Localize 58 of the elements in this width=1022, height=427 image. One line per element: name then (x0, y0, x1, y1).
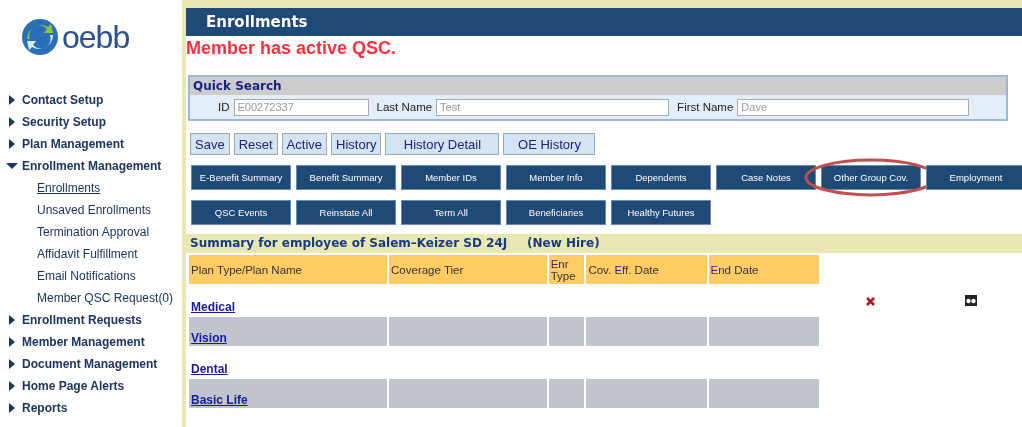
summary-status: (New Hire) (527, 235, 600, 252)
column-header: Cov. Eff. Date (586, 255, 707, 284)
menu-item[interactable]: Document Management (0, 353, 182, 375)
action-button[interactable]: OE History (503, 133, 596, 155)
action-button[interactable]: Reset (233, 133, 278, 155)
submenu-link[interactable]: Affidavit Fulfillment (0, 243, 182, 265)
menu-item[interactable]: Enrollment Requests (0, 309, 182, 331)
submenu-link[interactable]: Member QSC Request(0) (0, 287, 182, 309)
nav-button[interactable]: Other Group Cov. (821, 165, 921, 190)
field-label: Last Name (376, 101, 433, 113)
plan-link[interactable]: Vision (191, 331, 227, 345)
column-header: Coverage Tier (389, 255, 547, 284)
action-button[interactable]: Active (281, 133, 327, 155)
input-field[interactable]: Dave (737, 98, 970, 116)
nav-button[interactable]: QSC Events (191, 200, 291, 225)
logo-icon (20, 17, 60, 57)
menu-item[interactable]: Contact Setup (0, 89, 182, 111)
menu-item[interactable]: Plan Management (0, 133, 182, 155)
submenu-link[interactable]: Email Notifications (0, 265, 182, 287)
nav-button[interactable]: Beneficiaries (506, 200, 606, 225)
field-label: First Name (677, 101, 734, 113)
menu-item[interactable]: Home Page Alerts (0, 375, 182, 397)
nav-button[interactable]: Employment (926, 165, 1022, 190)
column-header: End Date (708, 255, 820, 284)
submenu-link[interactable]: Unsaved Enrollments (0, 199, 182, 221)
nav-button[interactable]: Member IDs (401, 165, 501, 190)
menu-item[interactable]: Security Setup (0, 111, 182, 133)
nav-button[interactable]: E-Benefit Summary (191, 165, 291, 190)
nav-button[interactable]: Term All (401, 200, 501, 225)
input-field[interactable]: Test (436, 98, 670, 116)
column-header: Plan Type/Plan Name (189, 255, 388, 284)
nav-button[interactable]: Member Info (506, 165, 606, 190)
plan-link[interactable]: Basic Life (191, 393, 248, 407)
submenu-link[interactable]: Enrollments (0, 177, 182, 199)
page-header: Enrollments (186, 8, 1022, 36)
menu-item[interactable]: Member Management (0, 331, 182, 353)
logo-text: oebb (62, 18, 130, 56)
alert-message: Member has active QSC. (186, 37, 398, 60)
nav-button[interactable]: Reinstate All (296, 200, 396, 225)
menu-item[interactable]: Enrollment Management (0, 155, 182, 177)
plan-link[interactable]: Medical (191, 300, 235, 314)
input-field[interactable]: E00272337 (233, 98, 369, 116)
field-label: ID (218, 101, 230, 113)
plan-link[interactable]: Dental (191, 362, 228, 376)
action-button[interactable]: History Detail (385, 133, 500, 155)
view-icon[interactable] (964, 294, 977, 306)
summary-title: Summary for employee of Salem–Keizer SD 24J (190, 235, 509, 252)
submenu-link[interactable]: Termination Approval (0, 221, 182, 243)
nav-button[interactable]: Benefit Summary (296, 165, 396, 190)
action-button[interactable]: History (331, 133, 382, 155)
nav-button[interactable]: Healthy Futures (611, 200, 711, 225)
nav-button[interactable]: Dependents (611, 165, 711, 190)
panel-title: Quick Search (190, 77, 1006, 95)
action-button[interactable]: Save (190, 133, 230, 155)
column-header: Enr Type (548, 255, 585, 284)
nav-button[interactable]: Case Notes (716, 165, 816, 190)
delete-icon[interactable] (865, 296, 875, 306)
menu-item[interactable]: Reports (0, 397, 182, 419)
